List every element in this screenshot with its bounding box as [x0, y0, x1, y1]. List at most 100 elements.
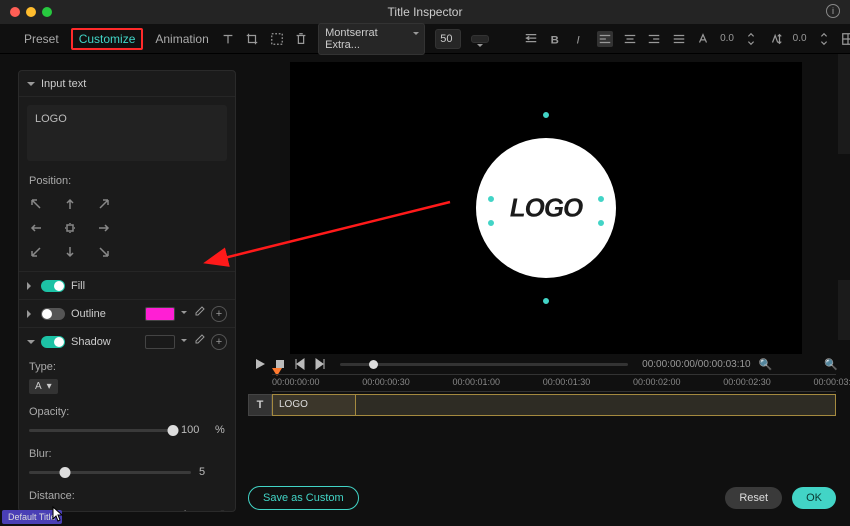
add-shadow-button[interactable]: + — [211, 334, 227, 350]
ruler-mark: 00:00:02:00 — [633, 377, 681, 387]
outline-section-header[interactable]: Outline + — [19, 299, 235, 327]
pos-top-left[interactable] — [29, 197, 43, 211]
opacity-value[interactable]: 100 — [181, 424, 207, 436]
preview-text[interactable]: LOGO — [510, 193, 583, 224]
pos-right[interactable] — [97, 221, 111, 235]
tab-customize[interactable]: Customize — [71, 28, 144, 50]
fill-toggle[interactable] — [41, 280, 65, 292]
guide-icon[interactable] — [841, 31, 850, 47]
crop-tool-icon[interactable] — [245, 31, 259, 47]
type-label: Type: — [29, 361, 225, 373]
tab-preset[interactable]: Preset — [16, 28, 67, 50]
selection-handle[interactable] — [543, 112, 549, 118]
select-tool-icon[interactable] — [269, 31, 283, 47]
section-input-title: Input text — [41, 78, 86, 90]
timeline-track: T LOGO — [248, 394, 836, 416]
blur-value[interactable]: 5 — [199, 466, 225, 478]
char-spacing-value[interactable]: 0.0 — [720, 33, 734, 44]
italic-icon[interactable]: I — [572, 31, 586, 47]
ruler-mark: 00:00:02:30 — [723, 377, 771, 387]
line-spacing-stepper[interactable] — [817, 31, 831, 47]
text-tool-icon[interactable] — [221, 31, 235, 47]
track-type-text-icon[interactable]: T — [248, 394, 272, 416]
pos-top-right[interactable] — [97, 197, 111, 211]
next-frame-icon[interactable] — [314, 358, 326, 370]
shadow-section-header[interactable]: Shadow + — [19, 327, 235, 355]
position-grid — [19, 193, 235, 271]
selection-handle[interactable] — [598, 220, 604, 226]
align-left-icon[interactable] — [597, 31, 613, 47]
char-spacing-stepper[interactable] — [744, 31, 758, 47]
align-center-icon[interactable] — [623, 31, 637, 47]
section-input-text[interactable]: Input text — [19, 71, 235, 97]
font-size-dropdown[interactable] — [471, 35, 489, 43]
preview-shape[interactable]: LOGO — [476, 138, 616, 278]
opacity-label: Opacity: — [29, 406, 225, 418]
svg-text:I: I — [576, 34, 580, 46]
outline-toggle[interactable] — [41, 308, 65, 320]
pos-top[interactable] — [63, 197, 77, 211]
eyedropper-icon[interactable] — [193, 306, 205, 321]
ok-button[interactable]: OK — [792, 487, 836, 509]
pos-bottom-left[interactable] — [29, 245, 43, 259]
distance-value[interactable]: 4 — [181, 509, 207, 512]
preview-viewport[interactable]: LOGO — [290, 62, 802, 354]
pos-bottom-right[interactable] — [97, 245, 111, 259]
blur-slider[interactable] — [29, 471, 191, 474]
pos-bottom[interactable] — [63, 245, 77, 259]
pos-center[interactable] — [63, 221, 77, 235]
add-outline-button[interactable]: + — [211, 306, 227, 322]
blur-label: Blur: — [29, 448, 225, 460]
zoom-slider-icon[interactable]: 🔍 — [759, 358, 773, 371]
ruler-mark: 00:00:00:30 — [362, 377, 410, 387]
delete-icon[interactable] — [294, 31, 308, 47]
fill-section-header[interactable]: Fill — [19, 271, 235, 299]
chevron-down-icon[interactable] — [181, 311, 187, 317]
pos-left[interactable] — [29, 221, 43, 235]
timeline-clip[interactable]: LOGO — [272, 394, 356, 416]
distance-label: Distance: — [29, 490, 225, 502]
text-input-box[interactable]: LOGO — [27, 105, 227, 161]
chevron-down-icon — [27, 82, 35, 90]
background-window-fragment — [838, 54, 850, 154]
selection-handle[interactable] — [488, 196, 494, 202]
text-input-value: LOGO — [35, 113, 67, 125]
line-spacing-value[interactable]: 0.0 — [793, 33, 807, 44]
chevron-down-icon[interactable] — [181, 339, 187, 345]
reset-button[interactable]: Reset — [725, 487, 782, 509]
shadow-type-param: Type: A ▾ — [19, 355, 235, 400]
line-spacing-icon[interactable] — [768, 31, 782, 47]
outline-color-swatch[interactable] — [145, 307, 175, 321]
timecode-display: 00:00:00:00/00:00:03:10 — [642, 359, 750, 370]
font-family-select[interactable]: Montserrat Extra... — [318, 23, 425, 55]
main-toolbar: Preset Customize Animation Montserrat Ex… — [0, 24, 850, 54]
zoom-fit-icon[interactable]: 🔍 — [824, 358, 838, 371]
shadow-color-swatch[interactable] — [145, 335, 175, 349]
ruler-mark: 00:00:00:00 — [272, 377, 320, 387]
align-right-icon[interactable] — [647, 31, 661, 47]
help-icon[interactable]: i — [826, 4, 840, 18]
shadow-toggle[interactable] — [41, 336, 65, 348]
tab-animation[interactable]: Animation — [147, 28, 216, 50]
text-style-icon[interactable] — [696, 31, 710, 47]
timeline-ruler[interactable]: 00:00:00:00 00:00:00:30 00:00:01:00 00:0… — [272, 374, 836, 392]
media-chip[interactable]: Default Title — [2, 510, 62, 524]
font-size-input[interactable]: 50 — [435, 29, 461, 49]
selection-handle[interactable] — [543, 298, 549, 304]
selection-handle[interactable] — [488, 220, 494, 226]
reset-icon[interactable]: ↺ — [215, 508, 225, 512]
sidebar-panel: Input text LOGO Position: Fill Outline +… — [18, 70, 236, 512]
background-window-fragment — [838, 280, 850, 340]
timeline-clip-extent[interactable] — [356, 394, 836, 416]
bold-icon[interactable]: B — [548, 31, 562, 47]
eyedropper-icon[interactable] — [193, 334, 205, 349]
play-icon[interactable] — [254, 358, 266, 370]
opacity-slider[interactable] — [29, 429, 173, 432]
prev-frame-icon[interactable] — [294, 358, 306, 370]
playback-scrubber[interactable] — [340, 363, 628, 366]
save-as-custom-button[interactable]: Save as Custom — [248, 486, 359, 510]
indent-icon[interactable] — [524, 31, 538, 47]
selection-handle[interactable] — [598, 196, 604, 202]
shadow-type-select[interactable]: A ▾ — [29, 379, 58, 394]
align-justify-icon[interactable] — [671, 31, 685, 47]
